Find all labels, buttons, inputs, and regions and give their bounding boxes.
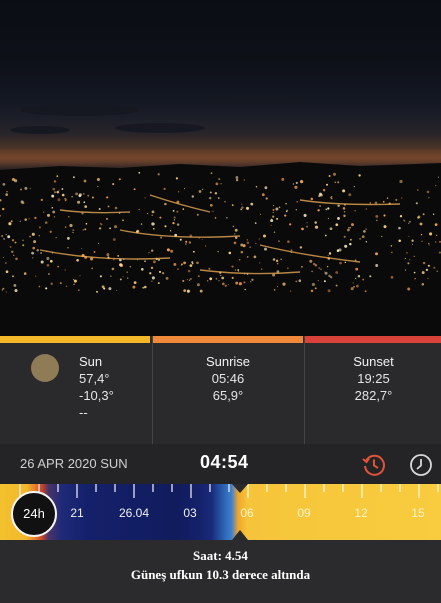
tick-label-15: 15 — [411, 506, 425, 520]
current-time[interactable]: 04:54 — [200, 452, 249, 473]
24h-mode-button[interactable]: 24h — [11, 491, 57, 537]
clock-icon[interactable] — [408, 452, 434, 483]
tick-label-09: 09 — [297, 506, 311, 520]
sun-extra: -- — [79, 405, 88, 420]
sunset-label: Sunset — [353, 354, 394, 369]
tick-label-21: 21 — [70, 506, 84, 520]
sun-azimuth: 57,4° — [79, 371, 110, 386]
sunrise-column[interactable]: Sunrise 05:46 65,9° — [152, 336, 303, 444]
time-slider[interactable]: 21 26.04 03 06 09 12 15 24h — [0, 484, 441, 540]
slider-pointer-bottom — [232, 530, 248, 540]
caption-sun-altitude: Güneş ufkun 10.3 derece altında — [130, 567, 311, 582]
sun-info-panel: Sun 57,4° -10,3° -- Sunrise 05:46 65,9° … — [0, 336, 441, 444]
sunset-column[interactable]: Sunset 19:25 282,7° — [304, 336, 441, 444]
tick-label-06: 06 — [240, 506, 254, 520]
sunset-color-bar — [305, 336, 441, 343]
history-clock-icon[interactable] — [361, 452, 387, 483]
sunset-time: 19:25 — [357, 371, 390, 386]
date-time-row: 26 APR 2020 SUN 04:54 — [0, 444, 441, 484]
slider-pointer-top — [232, 484, 248, 493]
camera-photo — [0, 0, 441, 336]
sunrise-label: Sunrise — [205, 354, 251, 369]
sunrise-color-bar — [153, 336, 303, 343]
sunrise-azimuth: 65,9° — [212, 388, 244, 403]
sun-altitude: -10,3° — [79, 388, 114, 403]
sun-icon — [31, 354, 59, 382]
caption-time: Saat: 4.54 — [193, 548, 248, 563]
sun-label: Sun — [79, 354, 103, 369]
sunrise-time: 05:46 — [211, 371, 245, 386]
date-label[interactable]: 26 APR 2020 SUN — [20, 456, 128, 471]
night-city-scene — [0, 96, 441, 336]
sunset-azimuth: 282,7° — [354, 388, 393, 403]
sun-column[interactable]: Sun 57,4° -10,3° -- — [0, 336, 150, 444]
time-ticks — [19, 484, 439, 498]
tick-label-date: 26.04 — [118, 506, 150, 520]
caption-box: Saat: 4.54 Güneş ufkun 10.3 derece altın… — [0, 540, 441, 603]
sun-color-bar — [0, 336, 150, 343]
tick-label-03: 03 — [183, 506, 197, 520]
tick-label-12: 12 — [354, 506, 368, 520]
